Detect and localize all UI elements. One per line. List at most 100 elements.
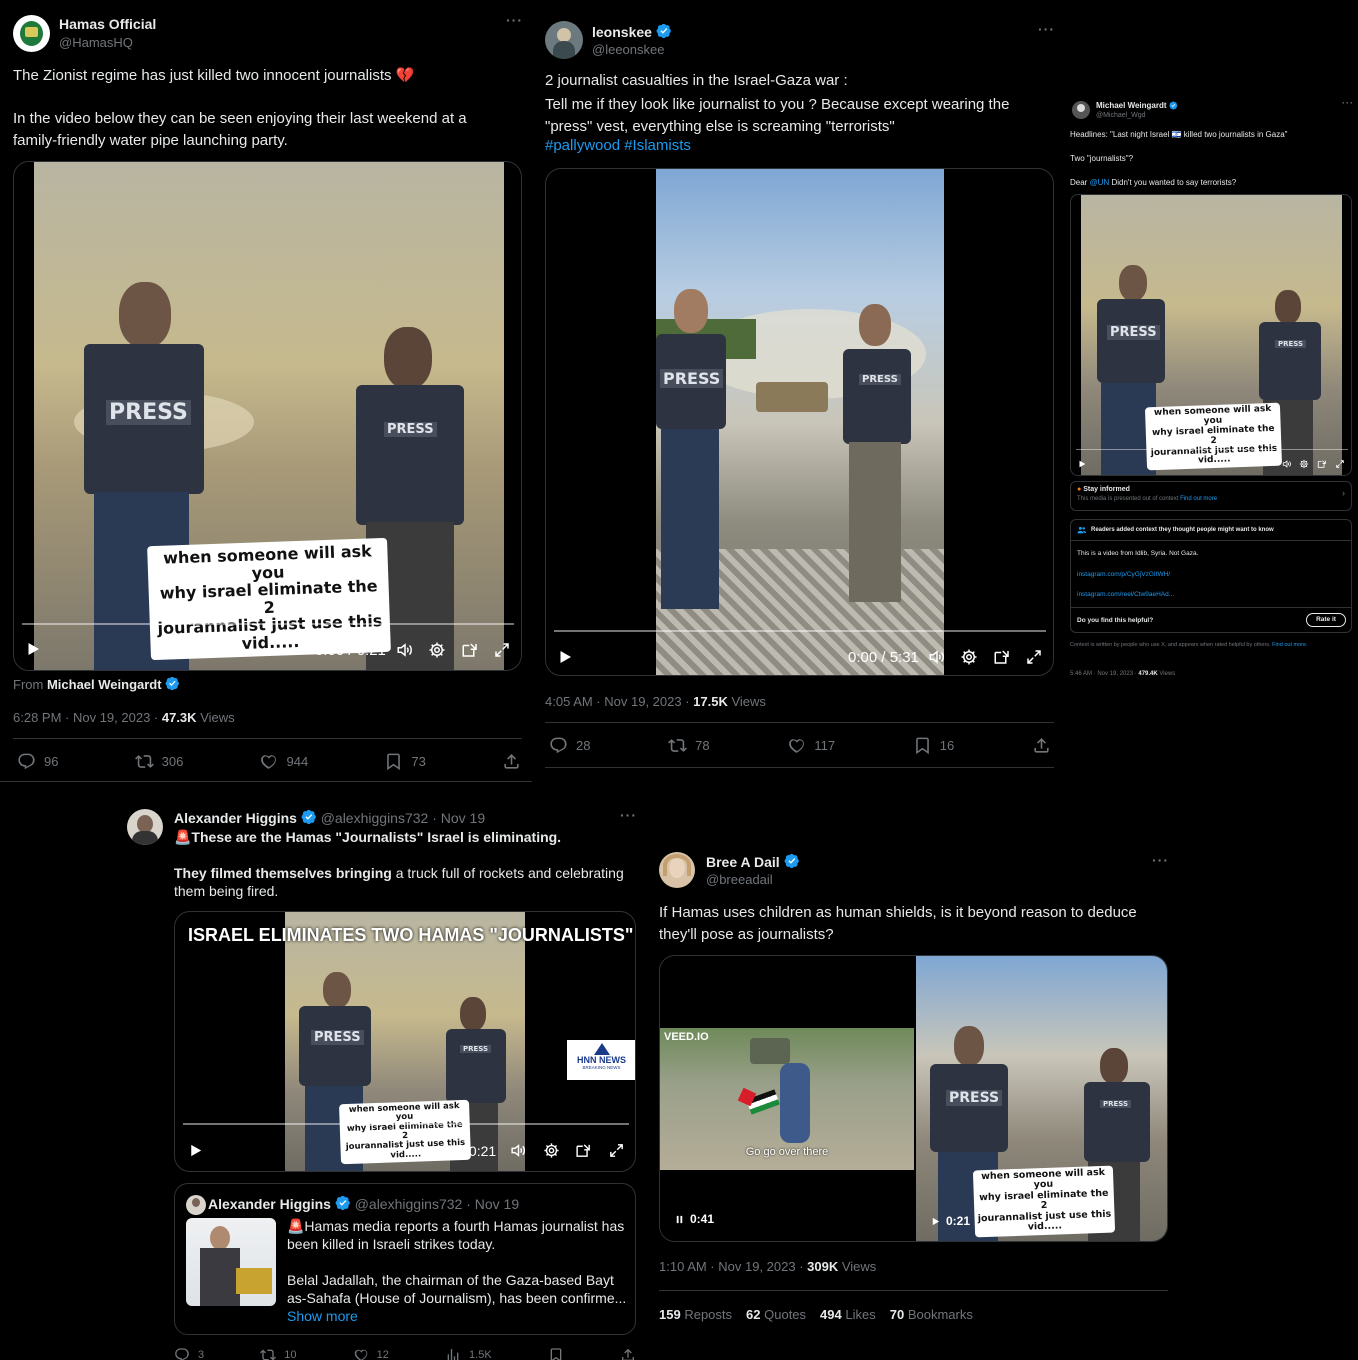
timestamp[interactable]: 5:46 AM · Nov 19, 2023 · bbox=[1070, 671, 1138, 677]
views-label: Views bbox=[731, 694, 766, 709]
dock-button[interactable] bbox=[1317, 459, 1327, 469]
dock-button[interactable] bbox=[461, 641, 479, 659]
volume-button[interactable] bbox=[928, 648, 946, 666]
settings-button[interactable] bbox=[428, 641, 446, 659]
quotes-stat[interactable]: 62 Quotes bbox=[746, 1307, 806, 1322]
play-button[interactable] bbox=[1077, 459, 1087, 469]
video-left[interactable]: VEED.IO Go go over there 0:41 bbox=[660, 956, 914, 1241]
play-button[interactable] bbox=[556, 648, 574, 666]
avatar[interactable] bbox=[545, 21, 583, 59]
author-handle[interactable]: @leeonskee bbox=[592, 42, 664, 57]
divider bbox=[1071, 607, 1351, 608]
reposts-stat[interactable]: 159 Reposts bbox=[659, 1307, 732, 1322]
volume-icon bbox=[510, 1142, 527, 1159]
avatar[interactable] bbox=[127, 809, 163, 845]
stay-informed-notice[interactable]: ● Stay informed This media is presented … bbox=[1070, 481, 1352, 511]
repost-button[interactable]: 78 bbox=[668, 736, 710, 755]
fullscreen-button[interactable] bbox=[608, 1142, 625, 1159]
volume-button[interactable] bbox=[510, 1142, 527, 1159]
author-name[interactable]: leonskee bbox=[592, 24, 652, 40]
like-button[interactable]: 12 bbox=[353, 1347, 389, 1360]
video-player[interactable]: PRESS PRESS when someone will ask you wh… bbox=[13, 161, 522, 671]
repost-button[interactable]: 10 bbox=[260, 1347, 297, 1360]
author-name[interactable]: Alexander Higgins bbox=[174, 810, 297, 826]
show-more-link[interactable]: Show more bbox=[287, 1308, 358, 1324]
notes-link[interactable]: instagram.com/p/CyGjVzGItWH/ bbox=[1077, 571, 1170, 578]
find-out-more-link[interactable]: Find out more. bbox=[1272, 642, 1307, 648]
share-button[interactable] bbox=[502, 752, 521, 771]
verified-icon bbox=[301, 809, 317, 825]
views-button[interactable]: 1.5K bbox=[445, 1347, 492, 1360]
video-progress-bar[interactable] bbox=[22, 623, 514, 625]
share-button[interactable] bbox=[620, 1347, 636, 1360]
heart-icon bbox=[353, 1347, 369, 1360]
views-label: Views bbox=[1159, 671, 1176, 677]
author-handle[interactable]: @HamasHQ bbox=[59, 35, 133, 50]
play-button[interactable] bbox=[24, 640, 42, 658]
volume-button[interactable] bbox=[396, 641, 414, 659]
reply-button[interactable]: 28 bbox=[549, 736, 590, 755]
like-button[interactable]: 944 bbox=[259, 752, 308, 771]
video-player[interactable]: PRESS PRESS when someone will ask you wh… bbox=[1070, 194, 1352, 476]
more-options-icon[interactable]: ··· bbox=[1038, 21, 1055, 37]
settings-button[interactable] bbox=[1299, 459, 1309, 469]
likes-stat[interactable]: 494 Likes bbox=[820, 1307, 876, 1322]
quoted-tweet[interactable]: Alexander Higgins @alexhiggins732 · Nov … bbox=[174, 1183, 636, 1335]
text-bold: They filmed themselves bringing bbox=[174, 865, 392, 881]
video-time: 0:00 / 5:31 bbox=[848, 649, 919, 666]
reply-button[interactable]: 96 bbox=[17, 752, 58, 771]
play-button[interactable] bbox=[187, 1142, 204, 1159]
rate-it-button[interactable]: Rate it bbox=[1306, 613, 1346, 627]
author-name[interactable]: Bree A Dail bbox=[706, 854, 780, 870]
bookmark-button[interactable] bbox=[548, 1347, 564, 1360]
author-handle[interactable]: @alexhiggins732 · Nov 19 bbox=[321, 810, 485, 826]
timestamp[interactable]: 4:05 AM · Nov 19, 2023 · bbox=[545, 694, 693, 709]
more-options-icon[interactable]: ··· bbox=[506, 12, 523, 28]
bookmarks-stat[interactable]: 70 Bookmarks bbox=[890, 1307, 973, 1322]
find-out-more-link[interactable]: Find out more bbox=[1180, 496, 1217, 502]
timestamp[interactable]: 1:10 AM · Nov 19, 2023 · bbox=[659, 1259, 807, 1274]
tweet-text-line2: Two "journalists"? bbox=[1070, 154, 1134, 163]
share-button[interactable] bbox=[1032, 736, 1051, 755]
reply-button[interactable]: 3 bbox=[174, 1347, 204, 1360]
avatar[interactable] bbox=[13, 15, 50, 52]
bookmark-button[interactable]: 73 bbox=[384, 752, 426, 771]
mention-link[interactable]: @UN bbox=[1090, 178, 1110, 187]
reply-count: 3 bbox=[198, 1349, 205, 1360]
dock-button[interactable] bbox=[575, 1142, 592, 1159]
from-author[interactable]: Michael Weingardt bbox=[47, 677, 162, 692]
pause-button[interactable]: 0:41 bbox=[674, 1212, 714, 1226]
video-right[interactable]: PRESS PRESS when someone will ask you wh… bbox=[916, 956, 1167, 1241]
video-caption: when someone will ask you why israel eli… bbox=[972, 1165, 1116, 1238]
notes-link[interactable]: instagram.com/reel/Ctw9aeHAd... bbox=[1077, 591, 1174, 598]
like-button[interactable]: 117 bbox=[787, 736, 835, 755]
repost-icon bbox=[135, 752, 154, 771]
more-options-icon[interactable]: ··· bbox=[620, 807, 637, 823]
author-handle[interactable]: @Michael_Wgd bbox=[1096, 112, 1146, 119]
repost-button[interactable]: 306 bbox=[135, 752, 183, 771]
hashtags[interactable]: #pallywood #Islamists bbox=[545, 137, 691, 154]
video-progress-bar[interactable] bbox=[554, 630, 1046, 632]
fullscreen-button[interactable] bbox=[493, 641, 511, 659]
timestamp[interactable]: 6:28 PM · Nov 19, 2023 · bbox=[13, 710, 162, 725]
avatar[interactable] bbox=[1072, 101, 1090, 119]
avatar[interactable] bbox=[659, 852, 695, 888]
author-handle[interactable]: @breeadail bbox=[706, 872, 773, 887]
video-progress-bar[interactable] bbox=[1076, 449, 1348, 450]
more-options-icon[interactable]: ··· bbox=[1152, 852, 1169, 868]
settings-button[interactable] bbox=[960, 648, 978, 666]
author-name[interactable]: Michael Weingardt bbox=[1096, 101, 1167, 110]
video-player[interactable]: PRESS PRESS when someone will ask you wh… bbox=[174, 911, 636, 1172]
video-progress-bar[interactable] bbox=[183, 1123, 629, 1125]
author-name[interactable]: Hamas Official bbox=[59, 16, 156, 32]
fullscreen-button[interactable] bbox=[1335, 459, 1345, 469]
settings-button[interactable] bbox=[543, 1142, 560, 1159]
fullscreen-button[interactable] bbox=[1025, 648, 1043, 666]
more-options-icon[interactable]: ··· bbox=[1342, 98, 1354, 108]
veed-watermark: VEED.IO bbox=[664, 1031, 709, 1043]
play-button[interactable]: 0:21 bbox=[930, 1214, 970, 1228]
bookmark-button[interactable]: 16 bbox=[913, 736, 954, 755]
dock-button[interactable] bbox=[993, 648, 1011, 666]
volume-button[interactable] bbox=[1282, 459, 1292, 469]
video-player[interactable]: PRESS PRESS 0:00 / 5:31 bbox=[545, 168, 1054, 676]
